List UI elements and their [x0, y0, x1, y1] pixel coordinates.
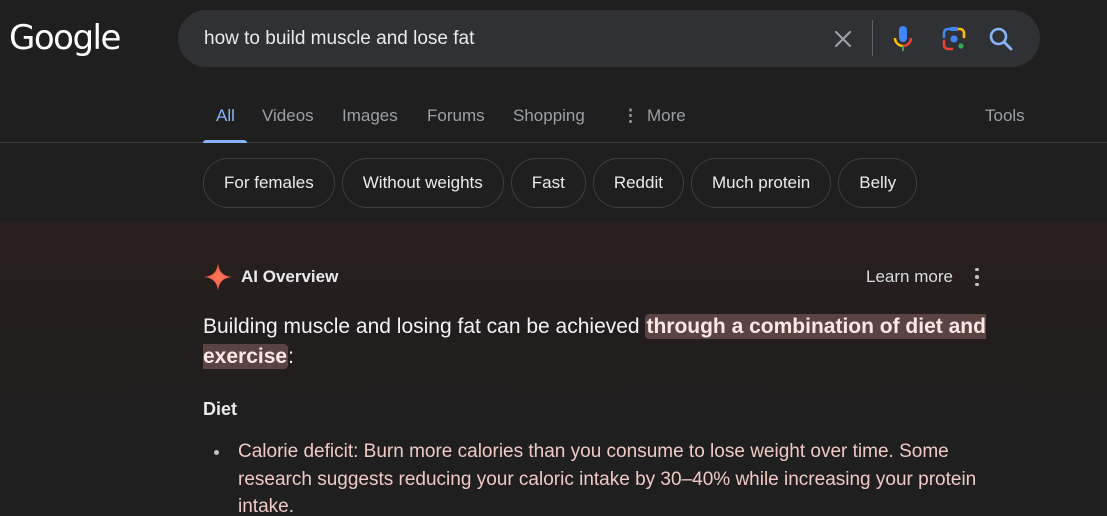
ai-overview-summary: Building muscle and losing fat can be ac…: [203, 312, 1003, 372]
search-input[interactable]: [204, 10, 804, 67]
sparkle-icon: [204, 263, 232, 291]
microphone-icon: [893, 25, 913, 51]
learn-more-link[interactable]: Learn more: [866, 267, 953, 287]
tab-all[interactable]: All: [216, 106, 235, 126]
chip-without-weights[interactable]: Without weights: [341, 158, 504, 208]
google-logo[interactable]: Google: [9, 18, 121, 58]
clear-search-button[interactable]: [828, 10, 858, 67]
chip-much-protein[interactable]: Much protein: [690, 158, 832, 208]
chip-fast[interactable]: Fast: [510, 158, 586, 208]
tab-images[interactable]: Images: [342, 106, 398, 126]
search-bar: [178, 10, 1040, 67]
search-results-page: Google how to build muscle and lose fat …: [0, 0, 1107, 516]
search-tabs: All Videos Images Forums Shopping ⋮ More …: [0, 92, 1107, 143]
chip-belly[interactable]: Belly: [838, 158, 918, 208]
summary-text: Building muscle and losing fat can be ac…: [203, 315, 646, 338]
vertical-dots-icon: ⋮: [622, 106, 639, 125]
tools-button[interactable]: Tools: [985, 106, 1025, 126]
google-lens-icon: [942, 26, 966, 50]
tab-shopping[interactable]: Shopping: [513, 106, 585, 126]
voice-search-button[interactable]: [888, 10, 918, 67]
search-submit-button[interactable]: [986, 10, 1016, 67]
google-lens-button[interactable]: [938, 10, 970, 67]
ai-overview-header: AI Overview: [203, 262, 338, 292]
summary-suffix: :: [288, 345, 294, 368]
section-heading-diet: Diet: [203, 399, 238, 419]
tab-more[interactable]: ⋮ More: [622, 106, 686, 126]
refinement-chips: For females Without weights Fast Reddit …: [203, 158, 918, 208]
chip-reddit[interactable]: Reddit: [592, 158, 684, 208]
close-icon: [834, 30, 852, 47]
list-item: Calorie deficit: Burn more calories than…: [203, 438, 983, 516]
search-bar-divider: [872, 20, 873, 56]
tab-more-label: More: [647, 106, 686, 125]
more-options-icon[interactable]: [970, 266, 984, 288]
diet-bullet-list: Calorie deficit: Burn more calories than…: [203, 438, 983, 516]
ai-overview-title: AI Overview: [241, 267, 339, 286]
search-icon: [989, 27, 1013, 50]
active-tab-indicator: [203, 140, 247, 143]
chip-for-females[interactable]: For females: [203, 158, 335, 208]
tab-videos[interactable]: Videos: [262, 106, 314, 126]
tab-forums[interactable]: Forums: [427, 106, 485, 126]
